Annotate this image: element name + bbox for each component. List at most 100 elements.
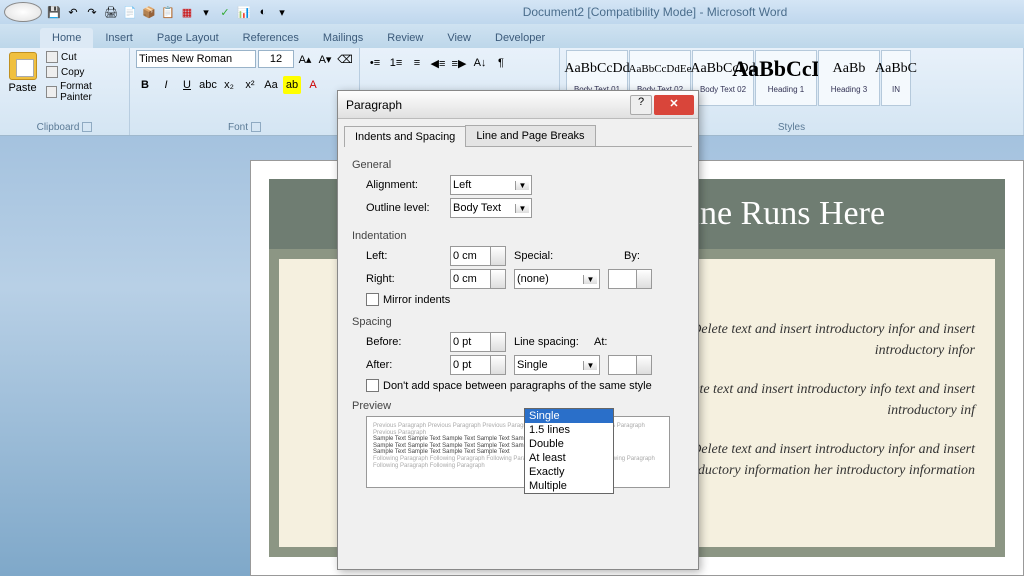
preview-label: Preview <box>352 400 684 412</box>
qat-icon[interactable]: ▦ <box>179 4 195 20</box>
mirror-indents-check[interactable]: Mirror indents <box>366 293 684 306</box>
tab-references[interactable]: References <box>231 28 311 48</box>
dont-add-space-check[interactable]: Don't add space between paragraphs of th… <box>366 379 684 392</box>
change-case-button[interactable]: Aa <box>262 76 280 94</box>
clipboard-launcher-icon[interactable] <box>82 122 92 132</box>
tab-review[interactable]: Review <box>375 28 435 48</box>
cut-button[interactable]: Cut <box>43 50 123 64</box>
show-marks-button[interactable]: ¶ <box>492 54 510 72</box>
copy-button[interactable]: Copy <box>43 65 123 79</box>
spacing-label: Spacing <box>352 316 684 328</box>
intro-p3: Delete text and insert introductory info… <box>659 439 975 481</box>
check-icon[interactable]: ✓ <box>217 4 233 20</box>
tab-page-layout[interactable]: Page Layout <box>145 28 231 48</box>
qat-icon[interactable]: ▾ <box>198 4 214 20</box>
paste-button[interactable]: Paste <box>6 50 39 94</box>
after-label: After: <box>366 359 442 371</box>
qat-more-icon[interactable]: ▾ <box>274 4 290 20</box>
copy-icon <box>46 66 58 78</box>
tab-insert[interactable]: Insert <box>93 28 145 48</box>
numbering-button[interactable]: 1≡ <box>387 54 405 72</box>
qat-icon[interactable]: ◐ <box>255 4 271 20</box>
help-button[interactable]: ? <box>630 95 652 115</box>
chevron-down-icon: ▼ <box>515 204 529 213</box>
outline-select[interactable]: Body Text▼ <box>450 198 532 218</box>
clipboard-group-label: Clipboard <box>37 122 80 133</box>
after-input[interactable]: 0 pt <box>450 355 506 375</box>
superscript-button[interactable]: x² <box>241 76 259 94</box>
font-size-select[interactable] <box>258 50 294 68</box>
tab-indents-spacing[interactable]: Indents and Spacing <box>344 126 466 147</box>
alignment-select[interactable]: Left▼ <box>450 175 532 195</box>
tab-home[interactable]: Home <box>40 28 93 48</box>
before-input[interactable]: 0 pt <box>450 332 506 352</box>
ls-option-atleast[interactable]: At least <box>525 451 613 465</box>
paste-label: Paste <box>6 82 39 94</box>
undo-icon[interactable]: ↶ <box>65 4 81 20</box>
font-group-label: Font <box>228 122 248 133</box>
brush-icon <box>46 86 57 98</box>
ribbon-tabs: Home Insert Page Layout References Maili… <box>0 24 1024 48</box>
office-button[interactable] <box>4 2 42 22</box>
dedent-button[interactable]: ◀≡ <box>429 54 447 72</box>
save-icon[interactable]: 💾 <box>46 4 62 20</box>
style-heading-3[interactable]: AaBbHeading 3 <box>818 50 880 106</box>
at-input[interactable] <box>608 355 652 375</box>
font-color-button[interactable]: A <box>304 76 322 94</box>
styles-group-label: Styles <box>778 122 805 133</box>
before-label: Before: <box>366 336 442 348</box>
ls-option-exactly[interactable]: Exactly <box>525 465 613 479</box>
close-button[interactable]: ✕ <box>654 95 694 115</box>
chevron-down-icon: ▼ <box>515 181 529 190</box>
tab-view[interactable]: View <box>435 28 483 48</box>
font-launcher-icon[interactable] <box>251 122 261 132</box>
sort-button[interactable]: A↓ <box>471 54 489 72</box>
ls-option-double[interactable]: Double <box>525 437 613 451</box>
chevron-down-icon: ▼ <box>583 361 597 370</box>
special-select[interactable]: (none)▼ <box>514 269 600 289</box>
checkbox-icon <box>366 379 379 392</box>
indent-right-input[interactable]: 0 cm <box>450 269 506 289</box>
intro-p2: Delete text and insert introductory info… <box>659 379 975 421</box>
clear-format-icon[interactable]: ⌫ <box>336 50 354 68</box>
style-heading-1[interactable]: AaBbCcDdHeading 1 <box>755 50 817 106</box>
ls-option-multiple[interactable]: Multiple <box>525 479 613 493</box>
cut-icon <box>46 51 58 63</box>
ls-option-single[interactable]: Single <box>525 409 613 423</box>
chevron-down-icon: ▼ <box>583 275 597 284</box>
special-label: Special: <box>514 250 564 262</box>
paste-icon <box>9 52 37 80</box>
dialog-title: Paragraph <box>342 98 630 112</box>
bold-button[interactable]: B <box>136 76 154 94</box>
format-painter-button[interactable]: Format Painter <box>43 80 123 104</box>
qat-icon[interactable]: 📄 <box>122 4 138 20</box>
strike-button[interactable]: abc <box>199 76 217 94</box>
by-input[interactable] <box>608 269 652 289</box>
style-in[interactable]: AaBbCIN <box>881 50 911 106</box>
chart-icon[interactable]: 📊 <box>236 4 252 20</box>
print-icon[interactable]: 🖨 <box>103 4 119 20</box>
qat-icon[interactable]: 📦 <box>141 4 157 20</box>
general-label: General <box>352 159 684 171</box>
highlight-button[interactable]: ab <box>283 76 301 94</box>
grow-font-icon[interactable]: A▴ <box>296 50 314 68</box>
indent-left-input[interactable]: 0 cm <box>450 246 506 266</box>
intro-p1: Delete text and insert introductory info… <box>659 319 975 361</box>
shrink-font-icon[interactable]: A▾ <box>316 50 334 68</box>
italic-button[interactable]: I <box>157 76 175 94</box>
subscript-button[interactable]: x₂ <box>220 76 238 94</box>
indent-button[interactable]: ≡▶ <box>450 54 468 72</box>
multilevel-button[interactable]: ≡ <box>408 54 426 72</box>
redo-icon[interactable]: ↷ <box>84 4 100 20</box>
ls-option-15[interactable]: 1.5 lines <box>525 423 613 437</box>
indent-right-label: Right: <box>366 273 442 285</box>
underline-button[interactable]: U <box>178 76 196 94</box>
tab-mailings[interactable]: Mailings <box>311 28 375 48</box>
qat-icon[interactable]: 📋 <box>160 4 176 20</box>
tab-line-page-breaks[interactable]: Line and Page Breaks <box>465 125 595 146</box>
bullets-button[interactable]: •≡ <box>366 54 384 72</box>
line-spacing-select[interactable]: Single▼ <box>514 355 600 375</box>
tab-developer[interactable]: Developer <box>483 28 557 48</box>
preview-box: Previous Paragraph Previous Paragraph Pr… <box>366 416 670 488</box>
font-name-select[interactable] <box>136 50 256 68</box>
